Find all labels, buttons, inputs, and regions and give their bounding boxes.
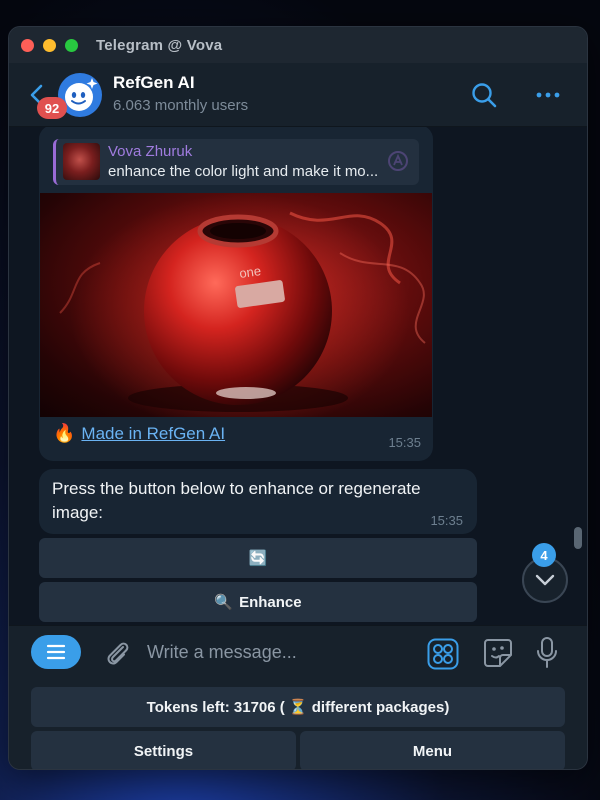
settings-button[interactable]: Settings xyxy=(31,731,296,769)
image-message: Vova Zhuruk enhance the color light and … xyxy=(39,127,433,461)
chat-subtitle: 6.063 monthly users xyxy=(113,97,249,114)
message-list: Vova Zhuruk enhance the color light and … xyxy=(9,127,587,625)
reply-author: Vova Zhuruk xyxy=(108,143,193,160)
scrollbar[interactable] xyxy=(574,527,582,549)
enhance-button[interactable]: 🔍 Enhance xyxy=(39,582,477,622)
reply-text: enhance the color light and make it mo..… xyxy=(108,163,379,180)
reply-preview[interactable]: Vova Zhuruk enhance the color light and … xyxy=(53,139,419,185)
close-window-button[interactable] xyxy=(21,38,34,52)
reply-keyboard: Tokens left: 31706 ( ⏳ different package… xyxy=(9,679,587,769)
microphone-icon[interactable] xyxy=(535,636,559,670)
chevron-down-icon xyxy=(535,574,555,586)
image-caption: 🔥 Made in RefGen AI xyxy=(53,423,225,444)
regenerate-button[interactable]: 🔄 xyxy=(39,538,477,578)
new-messages-badge: 4 xyxy=(532,543,556,567)
window-controls xyxy=(21,38,78,52)
maximize-window-button[interactable] xyxy=(65,38,78,52)
enhance-label: Enhance xyxy=(239,593,302,611)
more-dots-icon[interactable] xyxy=(535,83,561,107)
title-bar: Telegram @ Vova xyxy=(9,27,587,63)
apps-grid-icon[interactable] xyxy=(427,638,459,670)
tokens-left-button[interactable]: Tokens left: 31706 ( ⏳ different package… xyxy=(31,687,565,727)
search-icon[interactable] xyxy=(470,81,498,109)
speaker-photo-illustration: one xyxy=(59,193,426,417)
message-input[interactable] xyxy=(147,634,417,670)
reply-thumbnail xyxy=(63,143,100,180)
message-time: 15:35 xyxy=(430,513,463,528)
minimize-window-button[interactable] xyxy=(43,38,56,52)
made-in-link[interactable]: Made in RefGen AI xyxy=(81,424,225,444)
bot-menu-button[interactable] xyxy=(31,635,81,669)
svg-text:one: one xyxy=(238,263,262,281)
sticker-icon[interactable] xyxy=(482,637,514,669)
text-message: Press the button below to enhance or reg… xyxy=(39,469,477,534)
fire-emoji: 🔥 xyxy=(53,423,76,443)
message-time: 15:35 xyxy=(388,435,421,450)
chat-title[interactable]: RefGen AI xyxy=(113,73,195,93)
window-title: Telegram @ Vova xyxy=(96,36,223,54)
message-composer xyxy=(9,625,587,679)
paperclip-icon[interactable] xyxy=(103,638,133,670)
chat-header: 92 RefGen AI 6.063 monthly users xyxy=(9,63,587,127)
refresh-icon: 🔄 xyxy=(248,550,268,567)
logo-watermark-icon xyxy=(388,151,408,171)
telegram-window: Telegram @ Vova 92 RefGen AI 6.063 month… xyxy=(8,26,588,770)
generated-image[interactable]: one xyxy=(40,193,432,417)
message-text: Press the button below to enhance or reg… xyxy=(52,479,421,522)
menu-lines-icon xyxy=(46,644,66,660)
unread-badge: 92 xyxy=(37,97,67,119)
magnifier-icon: 🔍 xyxy=(214,594,234,611)
menu-button[interactable]: Menu xyxy=(300,731,565,769)
